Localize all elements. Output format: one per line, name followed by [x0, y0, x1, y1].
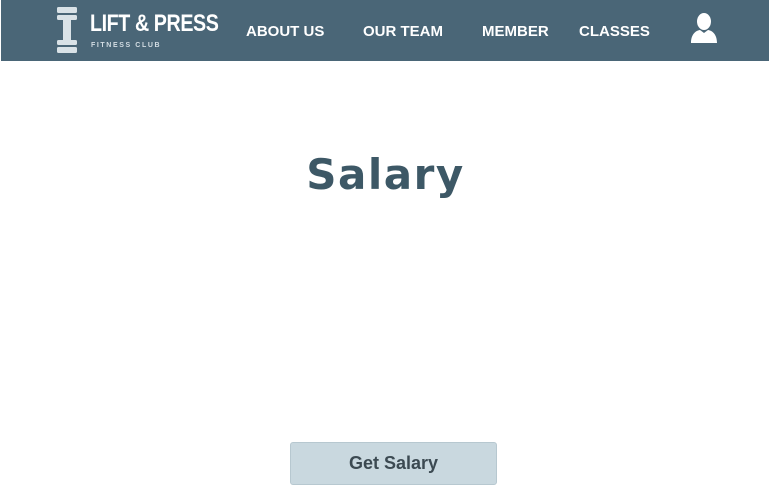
brand-logo[interactable]: LIFT & PRESS FITNESS CLUB [56, 7, 219, 53]
nav-item-about-us[interactable]: ABOUT US [246, 23, 324, 41]
get-salary-button[interactable]: Get Salary [290, 442, 497, 485]
dumbbell-icon [57, 7, 77, 53]
brand-tagline: FITNESS CLUB [91, 42, 162, 49]
brand-name: LIFT & PRESS [90, 10, 219, 37]
nav-item-member[interactable]: MEMBER [482, 23, 549, 41]
nav-item-our-team[interactable]: OUR TEAM [363, 23, 443, 41]
top-navbar: LIFT & PRESS FITNESS CLUB ABOUT US OUR T… [1, 0, 769, 61]
user-icon[interactable] [690, 12, 718, 44]
nav-item-classes[interactable]: CLASSES [579, 23, 650, 41]
page-title: Salary [306, 150, 465, 200]
